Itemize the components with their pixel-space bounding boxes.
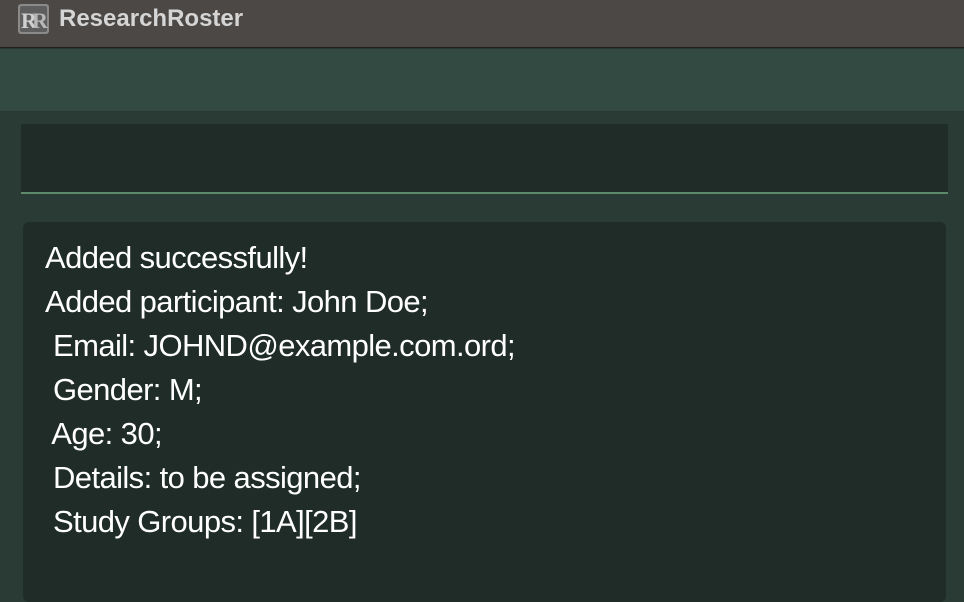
- research-roster-logo-icon: R R: [18, 4, 49, 34]
- menu-bar: [0, 49, 964, 111]
- result-display: Added successfully! Added participant: J…: [23, 222, 946, 602]
- result-line-gender: Gender: M;: [45, 372, 203, 407]
- result-line-study-groups: Study Groups: [1A][2B]: [45, 504, 357, 539]
- app-title: ResearchRoster: [59, 5, 244, 32]
- result-line-email: Email: JOHND@example.com.ord;: [45, 328, 516, 363]
- result-line-status: Added successfully!: [45, 240, 308, 275]
- title-bar: R R ResearchRoster: [0, 0, 964, 48]
- command-input[interactable]: [21, 124, 948, 192]
- command-box[interactable]: [21, 124, 948, 194]
- result-line-age: Age: 30;: [45, 416, 162, 451]
- svg-text:R: R: [32, 8, 49, 33]
- result-line-participant: Added participant: John Doe;: [45, 284, 429, 319]
- result-line-details: Details: to be assigned;: [45, 460, 361, 495]
